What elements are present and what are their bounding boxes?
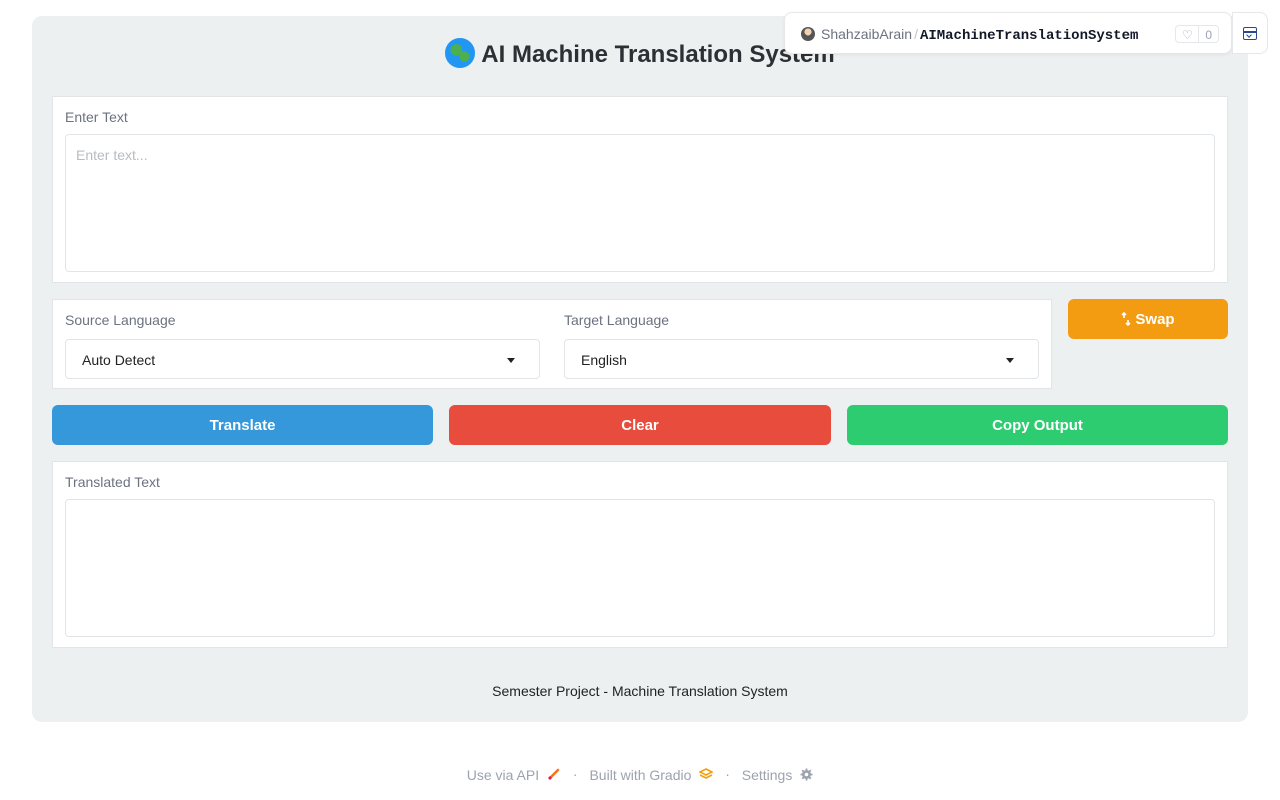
gear-icon xyxy=(800,768,813,781)
output-panel: Translated Text xyxy=(52,461,1228,648)
source-language-value: Auto Detect xyxy=(82,352,156,368)
space-owner[interactable]: ShahzaibArain / AIMachineTranslationSystem xyxy=(821,26,1138,44)
language-panel: Source Language Auto Detect Target Langu… xyxy=(52,299,1052,389)
use-via-api-link[interactable]: Use via API xyxy=(467,766,561,783)
copy-output-button[interactable]: Copy Output xyxy=(847,405,1228,445)
heart-icon: ♡ xyxy=(1182,28,1193,42)
translate-button[interactable]: Translate xyxy=(52,405,433,445)
like-button[interactable]: ♡ 0 xyxy=(1175,25,1219,43)
collapse-header-button[interactable] xyxy=(1232,12,1268,54)
footer-note: Semester Project - Machine Translation S… xyxy=(492,683,788,699)
swap-arrows-icon xyxy=(1121,312,1131,326)
app-container: AI Machine Translation System Enter Text… xyxy=(32,16,1248,722)
output-textarea[interactable] xyxy=(65,499,1215,637)
footer-separator: · xyxy=(572,766,578,783)
footer-links: Use via API · Built with Gradio · Settin… xyxy=(0,765,1280,783)
source-language-dropdown[interactable]: Auto Detect xyxy=(65,339,540,379)
globe-icon xyxy=(445,38,476,68)
built-with-gradio-link[interactable]: Built with Gradio xyxy=(589,766,715,783)
footer-separator: · xyxy=(725,766,730,783)
settings-link[interactable]: Settings xyxy=(742,766,813,783)
target-language-label: Target Language xyxy=(564,312,670,328)
collapse-icon xyxy=(1243,27,1257,40)
like-count: 0 xyxy=(1205,28,1212,42)
space-repo-name: AIMachineTranslationSystem xyxy=(919,28,1139,44)
input-textarea[interactable] xyxy=(65,134,1215,272)
swap-button-label: Swap xyxy=(1135,310,1175,328)
rocket-icon xyxy=(548,768,560,780)
swap-button[interactable]: Swap xyxy=(1068,299,1228,339)
chevron-down-icon xyxy=(507,358,515,363)
chevron-down-icon xyxy=(1006,358,1014,363)
target-language-dropdown[interactable]: English xyxy=(564,339,1039,379)
clear-button[interactable]: Clear xyxy=(449,405,831,445)
output-label: Translated Text xyxy=(65,474,160,490)
gradio-logo-icon xyxy=(698,767,715,779)
input-label: Enter Text xyxy=(65,109,128,125)
space-badge[interactable]: ShahzaibArain / AIMachineTranslationSystem… xyxy=(784,12,1232,54)
avatar xyxy=(801,27,815,41)
input-panel: Enter Text xyxy=(52,96,1228,283)
target-language-value: English xyxy=(581,352,627,368)
source-language-label: Source Language xyxy=(65,312,176,328)
